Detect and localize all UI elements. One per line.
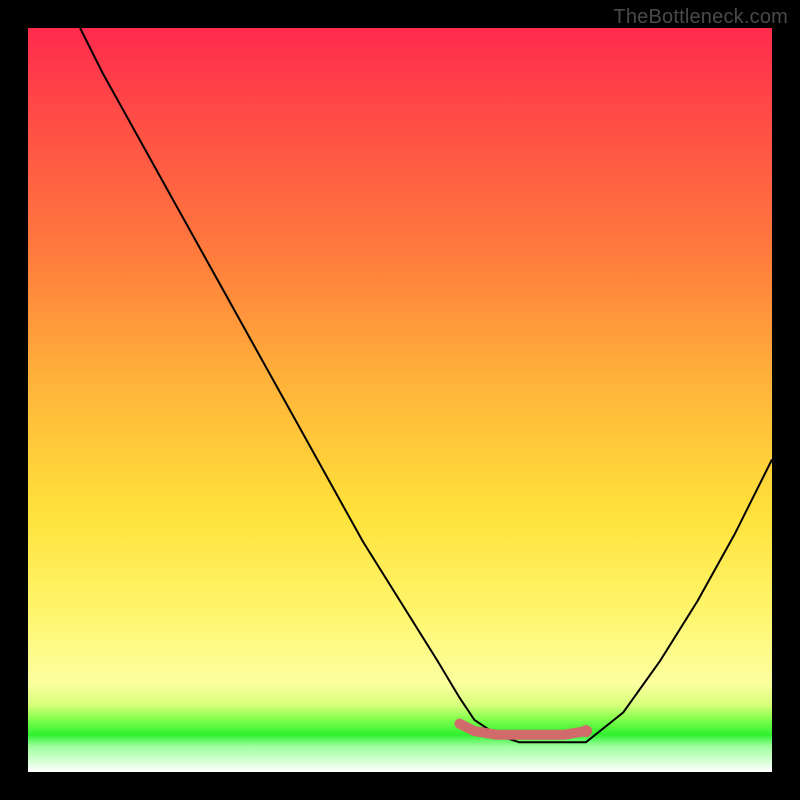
chart-svg — [28, 28, 772, 772]
series-bottleneck-curve — [80, 28, 772, 742]
series-flat-bottom-marker — [460, 724, 587, 735]
chart-frame: TheBottleneck.com — [0, 0, 800, 800]
chart-plot-area — [28, 28, 772, 772]
marker-end-dot — [580, 725, 592, 737]
watermark-text: TheBottleneck.com — [613, 6, 788, 29]
